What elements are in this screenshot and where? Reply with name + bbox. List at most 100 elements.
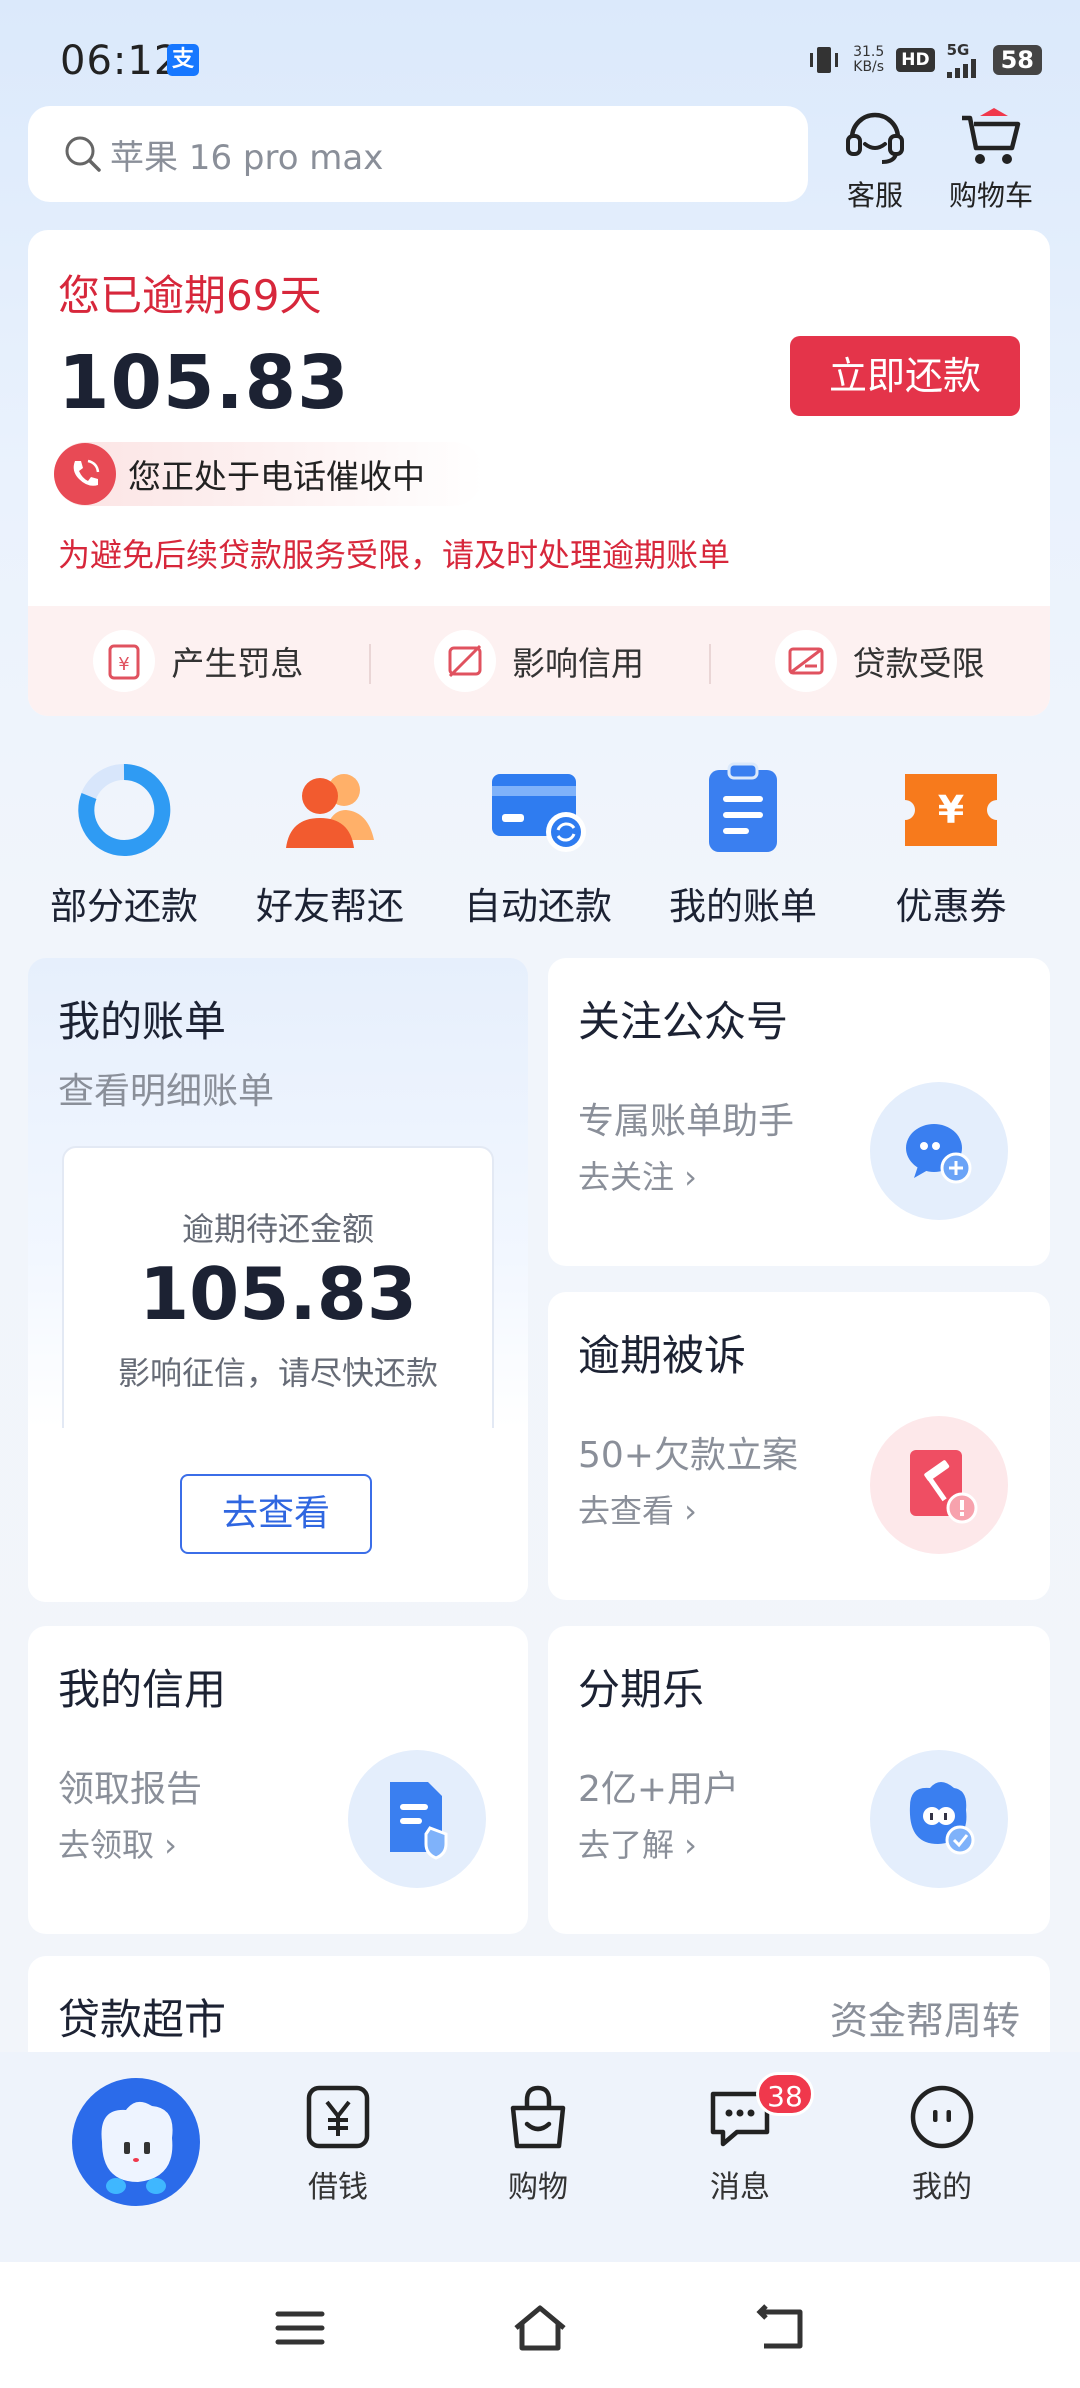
fenqile-mascot-icon: [870, 1750, 1008, 1888]
wechat-card-subtitle: 专属账单助手: [578, 1101, 795, 1142]
home-icon[interactable]: [510, 2298, 570, 2358]
coupon-button[interactable]: ¥ 优惠券: [851, 760, 1051, 930]
headset-icon: [846, 112, 904, 164]
collection-call-status: 您正处于电话催收中: [54, 442, 484, 506]
message-count-badge: 38: [756, 2072, 814, 2116]
overdue-pending-amount: 105.83: [139, 1252, 417, 1336]
borrow-icon: [306, 2085, 370, 2149]
credit-card-subtitle: 领取报告: [58, 1769, 203, 1810]
cart-label: 购物车: [948, 179, 1033, 212]
partial-repay-label: 部分还款: [50, 885, 198, 928]
alipay-notification-icon: 支: [167, 44, 199, 76]
claim-report-link[interactable]: 去领取 ›: [58, 1820, 177, 1866]
net-speed: 31.5 KB/s: [853, 45, 884, 75]
coupon-icon: ¥: [905, 774, 997, 846]
penalty-interest-item: ¥ 产生罚息: [28, 630, 369, 692]
back-icon[interactable]: [750, 2298, 810, 2358]
net-speed-value: 31.5: [853, 44, 885, 60]
nav-borrow[interactable]: 借钱: [258, 2082, 418, 2206]
bill-card-title: 我的账单: [58, 997, 227, 1046]
loan-restricted-label: 贷款受限: [852, 644, 985, 683]
battery-icon: 58: [992, 45, 1042, 75]
status-indicators: 31.5 KB/s HD 5G 58: [807, 40, 1042, 80]
fenqile-card[interactable]: 分期乐 2亿+用户 去了解 ›: [548, 1626, 1050, 1934]
nav-shop[interactable]: 购物: [458, 2082, 618, 2206]
credit-impact-label: 影响信用: [512, 644, 644, 683]
credit-report-icon: [348, 1750, 486, 1888]
overdue-days-title: 您已逾期69天: [58, 271, 322, 320]
partial-repay-icon: [78, 763, 171, 856]
credit-impact-item: 影响信用: [368, 630, 710, 692]
friends-icon: [286, 774, 374, 848]
view-bill-button[interactable]: 去查看: [180, 1474, 372, 1554]
status-bar: 06:12 支 31.5 KB/s HD 5G 58: [0, 0, 1080, 110]
follow-wechat-card[interactable]: 关注公众号 专属账单助手 去关注 ›: [548, 958, 1050, 1266]
overdue-pending-label: 逾期待还金额: [181, 1210, 374, 1248]
quick-actions: 部分还款 好友帮还 自动还款 我的账单 ¥ 优惠券: [0, 760, 1080, 940]
gavel-icon: [870, 1416, 1008, 1554]
overdue-bill-summary: 逾期待还金额 105.83 影响征信，请尽快还款: [62, 1146, 494, 1446]
cart-icon: [962, 108, 1021, 164]
credit-card-title: 我的信用: [58, 1665, 227, 1714]
my-bill-label: 我的账单: [669, 885, 817, 928]
nav-message[interactable]: 38 消息: [660, 2072, 820, 2206]
repay-now-button[interactable]: 立即还款: [790, 336, 1020, 416]
nav-borrow-label: 借钱: [308, 2170, 368, 2205]
fenqile-card-subtitle: 2亿+用户: [578, 1769, 740, 1810]
auto-repay-button[interactable]: 自动还款: [438, 760, 638, 930]
sued-view-link[interactable]: 去查看 ›: [578, 1486, 697, 1532]
customer-service-button[interactable]: 客服: [820, 104, 930, 214]
nav-shop-label: 购物: [508, 2170, 568, 2205]
search-icon: [65, 136, 101, 172]
home-mascot-button[interactable]: [72, 2078, 200, 2206]
cart-button[interactable]: 购物车: [936, 104, 1046, 214]
sued-card-subtitle: 50+欠款立案: [578, 1435, 798, 1476]
vibrate-icon: [810, 47, 839, 73]
network-type: 5G: [946, 40, 970, 59]
bill-clipboard-icon: [709, 762, 777, 852]
partial-repay-button[interactable]: 部分还款: [24, 760, 224, 930]
svg-text:¥: ¥: [119, 654, 130, 675]
sued-card-title: 逾期被诉: [578, 1331, 747, 1380]
menu-icon[interactable]: [270, 2298, 330, 2358]
friend-help-label: 好友帮还: [256, 885, 404, 928]
search-input[interactable]: 苹果 16 pro max: [28, 106, 808, 202]
coupon-label: 优惠券: [895, 885, 1007, 928]
overdue-warning: 为避免后续贷款服务受限，请及时处理逾期账单: [58, 536, 731, 574]
credit-impact-icon: [434, 630, 496, 692]
profile-face-icon: [910, 2085, 974, 2149]
loan-restricted-icon: [774, 630, 837, 692]
my-credit-card[interactable]: 我的信用 领取报告 去领取 ›: [28, 1626, 528, 1934]
status-time: 06:12: [60, 38, 181, 84]
signal-icon: 5G: [946, 40, 981, 78]
nav-mine[interactable]: 我的: [862, 2082, 1022, 2206]
net-speed-unit: KB/s: [853, 59, 885, 75]
my-bill-card[interactable]: 我的账单 查看明细账单 逾期待还金额 105.83 影响征信，请尽快还款 去查看: [28, 958, 528, 1602]
hd-icon: HD: [896, 48, 935, 72]
learn-more-link[interactable]: 去了解 ›: [578, 1820, 697, 1866]
penalty-strip: ¥ 产生罚息 影响信用 贷款受限: [28, 606, 1050, 716]
follow-link[interactable]: 去关注 ›: [578, 1152, 697, 1198]
overdue-sued-card[interactable]: 逾期被诉 50+欠款立案 去查看 ›: [548, 1292, 1050, 1600]
fenqile-card-title: 分期乐: [578, 1665, 705, 1714]
friend-help-button[interactable]: 好友帮还: [230, 760, 430, 930]
wechat-card-title: 关注公众号: [578, 997, 789, 1046]
svg-text:¥: ¥: [938, 788, 964, 832]
auto-repay-card-icon: [492, 774, 586, 852]
shopping-bag-icon: [510, 2085, 566, 2149]
overdue-card: 您已逾期69天 105.83 立即还款 您正处于电话催收中 为避免后续贷款服务受…: [28, 230, 1050, 716]
loan-restricted-item: 贷款受限: [709, 630, 1050, 692]
bottom-nav: 借钱 购物 38 消息 我的: [0, 2052, 1080, 2262]
nav-message-label: 消息: [710, 2170, 770, 2205]
wechat-chat-icon: [870, 1082, 1008, 1220]
my-bill-button[interactable]: 我的账单: [643, 760, 843, 930]
loan-market-title: 贷款超市: [58, 1995, 227, 2044]
overdue-amount: 105.83: [58, 340, 350, 426]
loan-market-tagline: 资金帮周转: [829, 1999, 1020, 2043]
penalty-interest-icon: ¥: [93, 630, 156, 692]
auto-repay-label: 自动还款: [464, 885, 612, 928]
penalty-interest-label: 产生罚息: [171, 644, 304, 683]
signal-bars-icon: [946, 58, 976, 78]
search-placeholder: 苹果 16 pro max: [110, 137, 384, 178]
nav-mine-label: 我的: [912, 2170, 972, 2205]
